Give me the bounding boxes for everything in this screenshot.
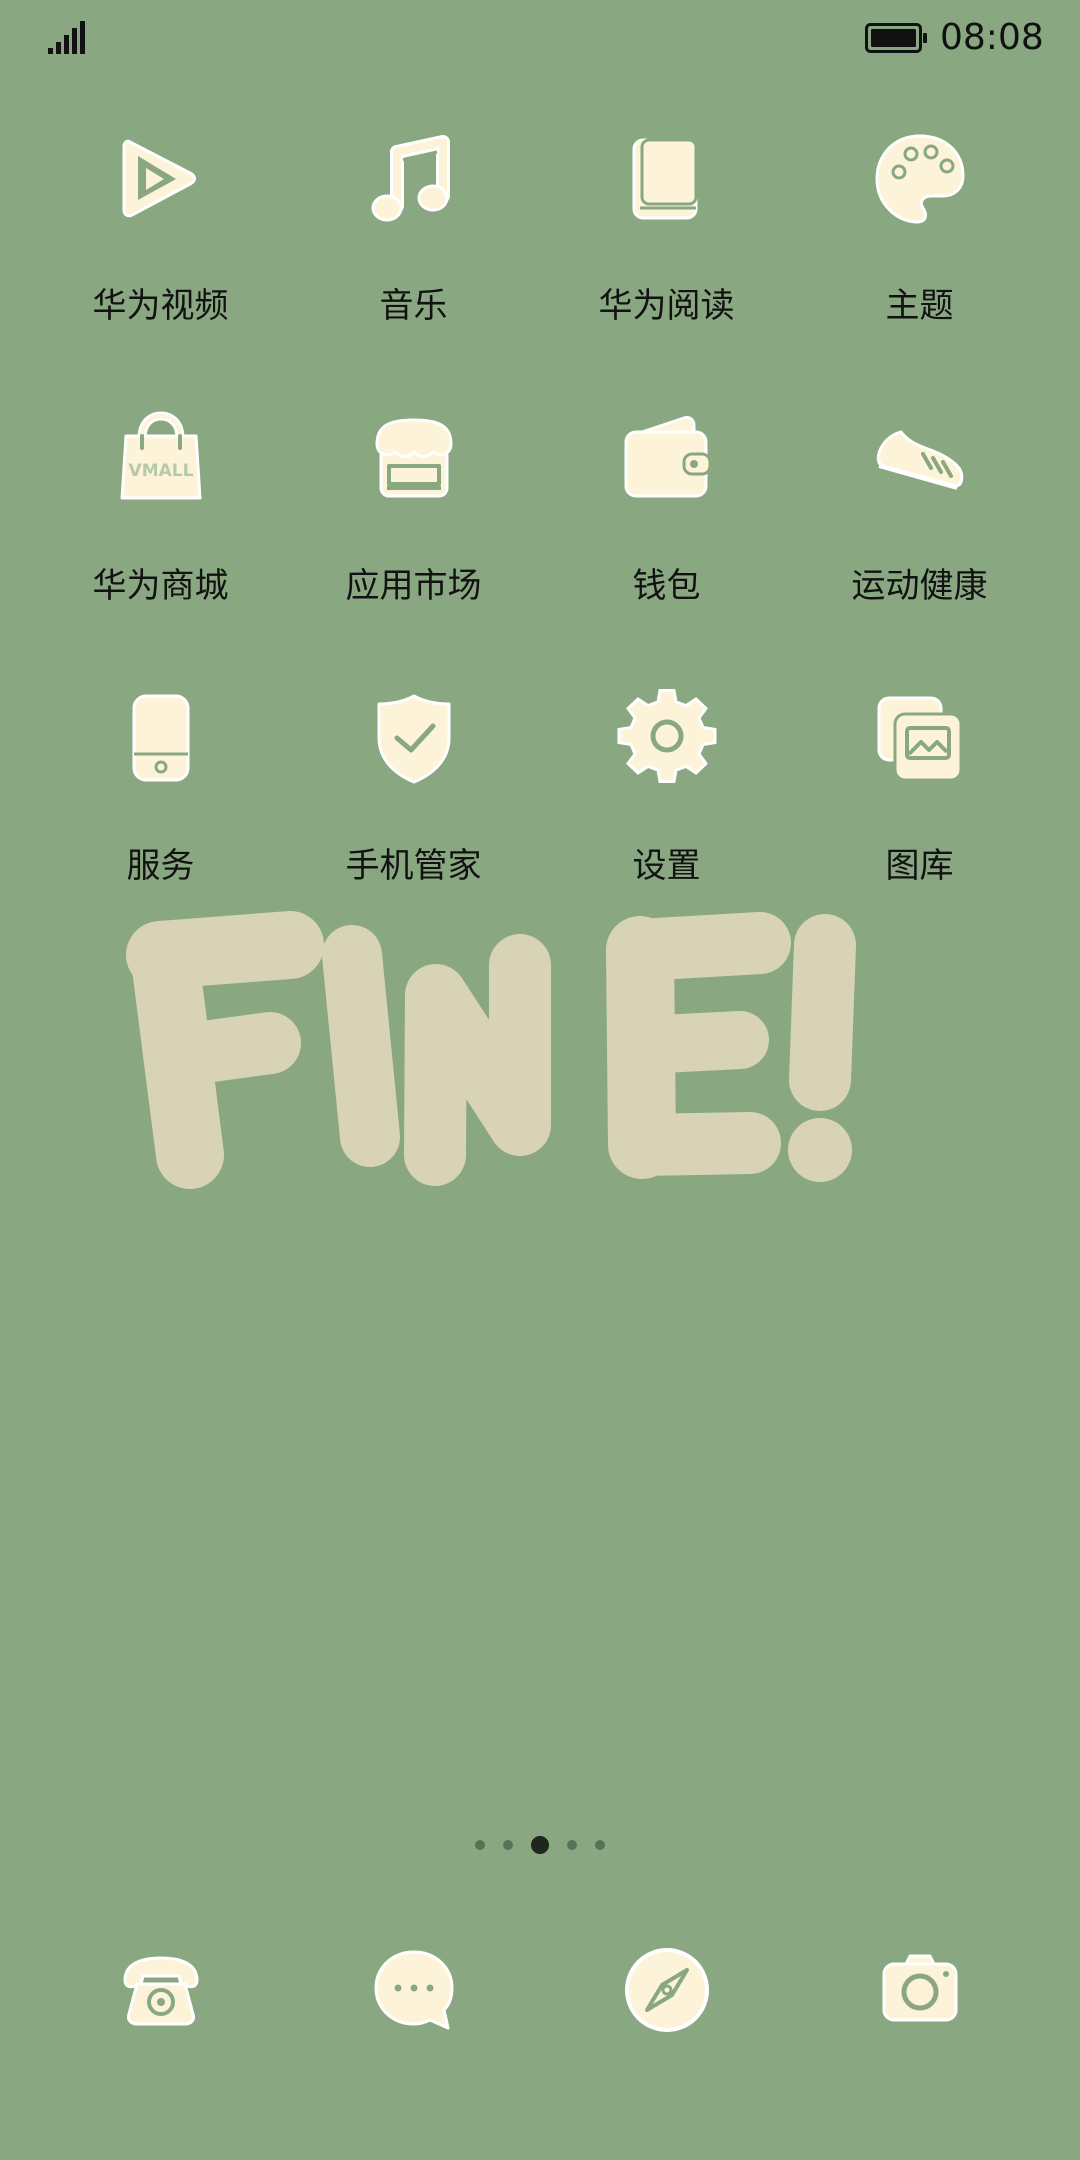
message-bubble-icon	[374, 1950, 453, 2030]
store-icon	[374, 418, 453, 498]
app-music[interactable]: 音乐	[287, 120, 540, 400]
app-label: 手机管家	[345, 846, 482, 886]
app-label: 运动健康	[851, 566, 988, 606]
app-grid: 华为视频 音乐 华为阅读 主题 VMALL 华为商城 应用市场 钱包 运动健康 …	[34, 120, 1046, 960]
app-label: 华为阅读	[598, 286, 735, 326]
status-bar: 08:08	[0, 0, 1080, 76]
app-huawei-video[interactable]: 华为视频	[34, 120, 287, 400]
app-huawei-reading[interactable]: 华为阅读	[540, 120, 793, 400]
app-label: 华为商城	[92, 566, 229, 606]
app-label: 设置	[632, 846, 701, 886]
status-time: 08:08	[940, 17, 1044, 58]
gear-icon	[617, 688, 716, 784]
play-icon	[122, 139, 196, 218]
app-label: 钱包	[632, 566, 701, 606]
page-dot[interactable]	[503, 1840, 513, 1850]
dock	[34, 1930, 1046, 2050]
dock-messages[interactable]	[287, 1930, 540, 2050]
telephone-icon	[122, 1956, 199, 2026]
camera-icon	[882, 1954, 957, 2022]
compass-icon	[624, 1948, 709, 2032]
gallery-icon	[877, 696, 962, 782]
page-dot[interactable]	[595, 1840, 605, 1850]
shopping-bag-icon: VMALL	[120, 411, 201, 500]
dock-browser[interactable]	[540, 1930, 793, 2050]
signal-bars-icon	[48, 21, 85, 54]
app-label: 华为视频	[92, 286, 229, 326]
app-label: 服务	[126, 846, 195, 886]
vmall-icon-text: VMALL	[128, 461, 193, 481]
app-wallet[interactable]: 钱包	[540, 400, 793, 680]
app-label: 主题	[885, 286, 954, 326]
battery-full-icon	[865, 23, 927, 53]
wallpaper-fine-art	[126, 911, 856, 1189]
app-appgallery[interactable]: 应用市场	[287, 400, 540, 680]
page-dot[interactable]	[567, 1840, 577, 1850]
page-dot-active[interactable]	[531, 1836, 549, 1854]
dock-phone[interactable]	[34, 1930, 287, 2050]
phone-device-icon	[132, 694, 189, 782]
page-indicator[interactable]	[0, 1830, 1080, 1860]
app-label: 图库	[885, 846, 954, 886]
book-icon	[632, 138, 697, 220]
app-vmall[interactable]: VMALL 华为商城	[34, 400, 287, 680]
app-themes[interactable]: 主题	[793, 120, 1046, 400]
wallet-icon	[624, 416, 711, 498]
app-label: 音乐	[379, 286, 448, 326]
dock-camera[interactable]	[793, 1930, 1046, 2050]
page-dot[interactable]	[475, 1840, 485, 1850]
shield-check-icon	[377, 694, 450, 784]
app-label: 应用市场	[345, 566, 482, 606]
sneaker-icon	[876, 430, 963, 490]
palette-icon	[874, 134, 965, 224]
music-note-icon	[371, 135, 450, 222]
app-health[interactable]: 运动健康	[793, 400, 1046, 680]
